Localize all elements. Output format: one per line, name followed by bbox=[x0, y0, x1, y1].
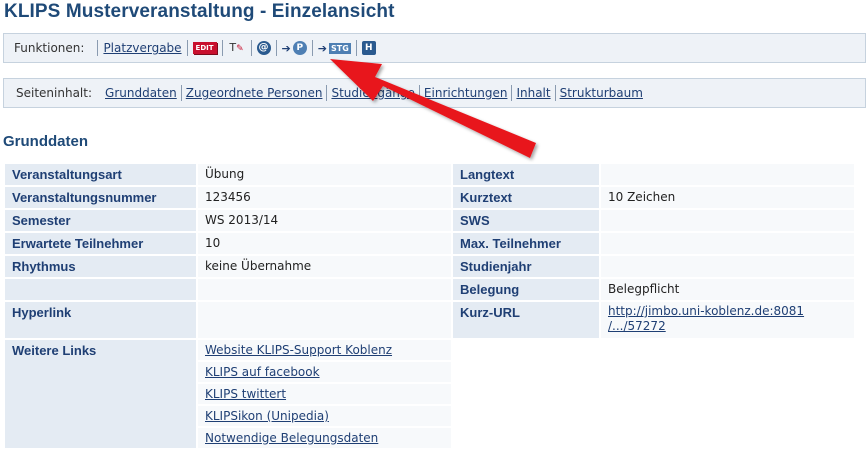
field-label: Semester bbox=[5, 210, 198, 233]
table-row: Hyperlink Kurz-URL http://jimbo.uni-kobl… bbox=[5, 302, 856, 340]
links-list: Website KLIPS-Support Koblenz KLIPS auf … bbox=[198, 340, 453, 450]
arrow-right-icon: ➔ bbox=[317, 41, 327, 55]
table-row: Rhythmus keine Übernahme Studienjahr bbox=[5, 256, 856, 279]
at-icon[interactable]: @ bbox=[256, 41, 271, 55]
page-content-nav: Seiteninhalt: Grunddaten Zugeordnete Per… bbox=[3, 78, 866, 108]
field-label: Langtext bbox=[453, 164, 601, 187]
field-label: Veranstaltungsart bbox=[5, 164, 198, 187]
field-label: Belegung bbox=[453, 279, 601, 302]
field-value: 123456 bbox=[198, 187, 453, 210]
separator bbox=[250, 40, 252, 56]
nav-label: Seiteninhalt: bbox=[16, 86, 93, 100]
arrow-stg-icon[interactable]: ➔ STG bbox=[318, 40, 351, 56]
list-item: KLIPS auf facebook bbox=[198, 362, 451, 384]
text-edit-icon[interactable]: T✎ bbox=[228, 41, 246, 55]
page-title: KLIPS Musterveranstaltung - Einzelansich… bbox=[4, 1, 395, 22]
h-icon[interactable]: H bbox=[361, 41, 376, 55]
klips-twitter-link[interactable]: KLIPS twittert bbox=[205, 387, 286, 401]
table-row: Belegung Belegpflicht bbox=[5, 279, 856, 302]
list-item: Notwendige Belegungsdaten bbox=[198, 428, 451, 450]
separator bbox=[311, 40, 313, 56]
field-label: Kurz-URL bbox=[453, 302, 601, 340]
tab-grunddaten[interactable]: Grunddaten bbox=[105, 86, 177, 100]
field-label: Erwartete Teilnehmer bbox=[5, 233, 198, 256]
separator bbox=[326, 85, 328, 101]
field-label bbox=[5, 279, 198, 302]
field-value bbox=[601, 210, 856, 233]
functions-label: Funktionen: bbox=[14, 41, 85, 55]
table-row: Veranstaltungsnummer 123456 Kurztext 10 … bbox=[5, 187, 856, 210]
klipsikon-link[interactable]: KLIPSikon (Unipedia) bbox=[205, 409, 329, 423]
table-row: Veranstaltungsart Übung Langtext bbox=[5, 164, 856, 187]
field-value bbox=[601, 256, 856, 279]
functions-bar: Funktionen: Platzvergabe EDIT T✎ @ ➔ P ➔… bbox=[3, 33, 866, 63]
p-circle-icon: P bbox=[292, 41, 307, 55]
field-value bbox=[198, 302, 453, 340]
kurz-url-link[interactable]: http://jimbo.uni-koblenz.de:8081/.../572… bbox=[608, 304, 804, 333]
list-item: Website KLIPS-Support Koblenz bbox=[198, 340, 451, 362]
arrow-shape bbox=[330, 59, 536, 158]
kurz-url-line1: http://jimbo.uni-koblenz.de:8081 bbox=[608, 304, 805, 318]
separator bbox=[186, 40, 188, 56]
separator bbox=[418, 85, 420, 101]
separator bbox=[97, 40, 99, 56]
stg-icon: STG bbox=[328, 42, 351, 54]
field-label: Hyperlink bbox=[5, 302, 198, 340]
arrow-p-icon[interactable]: ➔ P bbox=[282, 40, 307, 56]
separator bbox=[511, 85, 513, 101]
separator bbox=[221, 40, 223, 56]
field-value: Übung bbox=[198, 164, 453, 187]
tab-studiengaenge[interactable]: Studiengänge bbox=[331, 86, 414, 100]
edit-icon[interactable]: EDIT bbox=[192, 42, 217, 54]
field-label: Max. Teilnehmer bbox=[453, 233, 601, 256]
website-klips-support-link[interactable]: Website KLIPS-Support Koblenz bbox=[205, 343, 392, 357]
tab-einrichtungen[interactable]: Einrichtungen bbox=[424, 86, 508, 100]
list-item: KLIPS twittert bbox=[198, 384, 451, 406]
field-label: Rhythmus bbox=[5, 256, 198, 279]
field-value: keine Übernahme bbox=[198, 256, 453, 279]
table-row: Weitere Links Website KLIPS-Support Kobl… bbox=[5, 340, 856, 450]
grunddaten-table: Veranstaltungsart Übung Langtext Veranst… bbox=[5, 164, 856, 450]
list-item: KLIPSikon (Unipedia) bbox=[198, 406, 451, 428]
kurz-url-value: http://jimbo.uni-koblenz.de:8081/.../572… bbox=[601, 302, 856, 340]
field-label: Weitere Links bbox=[5, 340, 198, 450]
field-label: Veranstaltungsnummer bbox=[5, 187, 198, 210]
field-label: Kurztext bbox=[453, 187, 601, 210]
platzvergabe-link[interactable]: Platzvergabe bbox=[103, 41, 181, 55]
field-value bbox=[198, 279, 453, 302]
field-value: 10 Zeichen bbox=[601, 187, 856, 210]
field-value: WS 2013/14 bbox=[198, 210, 453, 233]
field-value bbox=[601, 164, 856, 187]
field-value: Belegpflicht bbox=[601, 279, 856, 302]
kurz-url-line2: /.../57272 bbox=[608, 319, 666, 333]
tab-strukturbaum[interactable]: Strukturbaum bbox=[560, 86, 643, 100]
section-title: Grunddaten bbox=[3, 133, 88, 150]
tab-zugeordnete-personen[interactable]: Zugeordnete Personen bbox=[186, 86, 323, 100]
table-row: Semester WS 2013/14 SWS bbox=[5, 210, 856, 233]
arrow-right-icon: ➔ bbox=[281, 41, 291, 55]
tab-inhalt[interactable]: Inhalt bbox=[516, 86, 550, 100]
field-label: Studienjahr bbox=[453, 256, 601, 279]
table-row: Erwartete Teilnehmer 10 Max. Teilnehmer bbox=[5, 233, 856, 256]
belegungsdaten-link[interactable]: Notwendige Belegungsdaten bbox=[205, 431, 378, 445]
separator bbox=[355, 40, 357, 56]
klips-facebook-link[interactable]: KLIPS auf facebook bbox=[205, 365, 320, 379]
separator bbox=[275, 40, 277, 56]
separator bbox=[554, 85, 556, 101]
field-label: SWS bbox=[453, 210, 601, 233]
separator bbox=[180, 85, 182, 101]
field-value: 10 bbox=[198, 233, 453, 256]
field-value bbox=[601, 233, 856, 256]
